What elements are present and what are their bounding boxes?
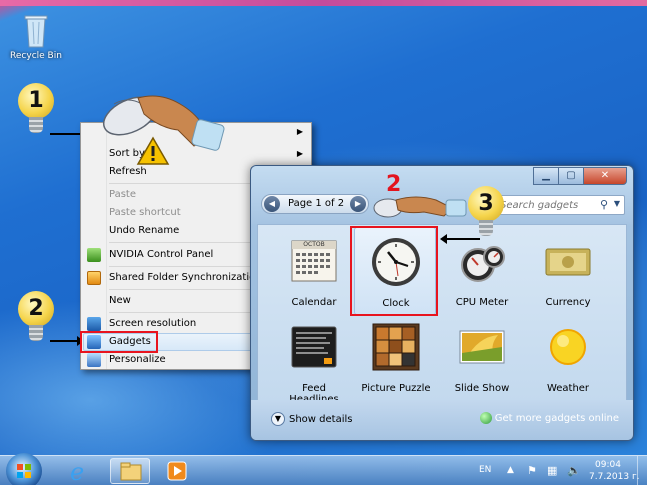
slide-show-icon [458,323,506,371]
minimize-button[interactable]: ▁ [533,167,559,185]
media-player-icon [167,461,187,481]
step-1-arrow [50,129,90,139]
recycle-bin-label: Recycle Bin [10,51,62,61]
show-hidden-icons-icon[interactable]: ▲ [507,465,514,475]
gadget-label: Slide Show [454,383,510,394]
window-controls: ▁ ▢ ✕ [533,167,627,185]
feed-headlines-icon [290,323,338,371]
menu-item-undo-rename[interactable]: Undo Rename [109,222,179,240]
personalize-icon [87,353,101,367]
clock-time[interactable]: 09:04 [595,460,621,470]
folder-icon [120,462,142,481]
bulb-base [29,117,43,133]
gadget-slide-show[interactable]: Slide Show [444,317,520,401]
step-2-number: 2 [18,291,54,327]
gadget-feed-headlines[interactable]: Feed Headlines [276,317,352,405]
gadget-label: CPU Meter [455,297,509,308]
clock-red-highlight [350,226,438,316]
recycle-bin-icon [24,14,48,48]
picture-puzzle-icon [372,323,420,371]
gadget-weather[interactable]: Weather [530,317,606,401]
close-button[interactable]: ✕ [583,167,627,185]
gadget-label: Currency [545,297,591,308]
clock-date[interactable]: 7.7.2013 г. [589,472,640,482]
get-more-gadgets-label: Get more gadgets online [494,413,619,424]
recycle-bin[interactable]: Recycle Bin [8,14,64,61]
start-button[interactable] [6,453,42,485]
taskbar-explorer[interactable] [110,458,150,484]
menu-item-paste-shortcut[interactable]: Paste shortcut [109,204,181,222]
screen-resolution-icon [87,317,101,331]
gadget-label: Calendar [291,297,337,308]
gadget-label: Picture Puzzle [361,383,431,394]
menu-item-shared-folder-sync[interactable]: Shared Folder Synchronization [109,269,262,287]
page-indicator: Page 1 of 2 [288,198,345,209]
taskbar-internet-explorer[interactable]: e [58,458,98,485]
bulb-base [479,220,493,236]
currency-icon [544,237,592,285]
action-center-flag-icon[interactable]: ⚑ [527,464,537,477]
search-box[interactable]: ⚲ ▼ [493,195,625,215]
warning-icon [136,136,170,169]
bulb-base [29,325,43,341]
maximize-button[interactable]: ▢ [558,167,584,185]
menu-item-nvidia-control-panel[interactable]: NVIDIA Control Panel [109,246,213,264]
step-3-bulb: 3 [468,186,504,238]
next-page-button[interactable]: ▶ [350,196,366,212]
nvidia-icon [87,248,101,262]
calendar-icon: OCTOB [290,237,338,285]
step-2-bulb: 2 [18,291,54,343]
mouse-drag-illustration [372,190,468,225]
globe-icon [479,412,492,424]
search-input[interactable] [500,198,592,212]
step-2-arrow [50,336,84,346]
search-icon[interactable]: ⚲ [600,198,608,211]
calendar-month-label: OCTOB [303,241,325,248]
step-1-number: 1 [18,83,54,119]
cpu-meter-icon [458,237,506,285]
svg-text:e: e [70,458,84,484]
desktop: Recycle Bin 1 2 ▶ Sort by ▶ Refresh Past… [0,0,647,485]
previous-page-button[interactable]: ◀ [264,196,280,212]
get-more-gadgets-link[interactable]: Get more gadgets online [479,412,619,424]
chevron-down-icon: ▼ [271,412,285,426]
taskbar-media-player[interactable] [160,458,200,484]
gadgets-red-highlight [80,331,158,353]
gadget-calendar[interactable]: OCTOB Calendar [276,231,352,315]
gadget-grid: OCTOB Calendar Clock CPU Meter Currency … [257,224,627,405]
windows-logo-icon [17,464,31,478]
taskbar: e EN ▲ ⚑ ▦ 🔈 09:04 7.7.2013 г. [0,453,647,485]
step-1-bulb: 1 [18,83,54,135]
gadget-picture-puzzle[interactable]: Picture Puzzle [358,317,434,401]
show-details-label: Show details [289,414,353,425]
gadget-currency[interactable]: Currency [530,231,606,315]
network-icon[interactable]: ▦ [547,464,557,477]
language-indicator[interactable]: EN [479,465,491,475]
show-desktop-button[interactable] [637,456,647,485]
menu-item-new[interactable]: New [109,292,131,310]
weather-sun-icon [544,323,592,371]
gadget-window-footer: ▼ Show details Get more gadgets online [251,400,633,440]
submenu-arrow-icon: ▶ [296,127,303,136]
volume-icon[interactable]: 🔈 [567,464,581,477]
sync-icon [87,271,101,285]
system-tray: EN ▲ ⚑ ▦ 🔈 09:04 7.7.2013 г. [447,456,647,485]
step-3-number: 3 [468,186,504,222]
menu-item-paste[interactable]: Paste [109,186,136,204]
internet-explorer-icon: e [70,458,84,485]
page-navigator: ◀ Page 1 of 2 ▶ [261,194,369,214]
gadget-cpu-meter[interactable]: CPU Meter [444,231,520,315]
submenu-arrow-icon: ▶ [296,149,303,158]
wallpaper-top-strip [0,0,647,6]
step-3-arrow [446,238,480,240]
menu-item-personalize[interactable]: Personalize [109,351,166,369]
search-dropdown-icon[interactable]: ▼ [614,199,620,208]
show-details-toggle[interactable]: ▼ Show details [271,412,352,426]
gadget-label: Weather [546,383,590,394]
